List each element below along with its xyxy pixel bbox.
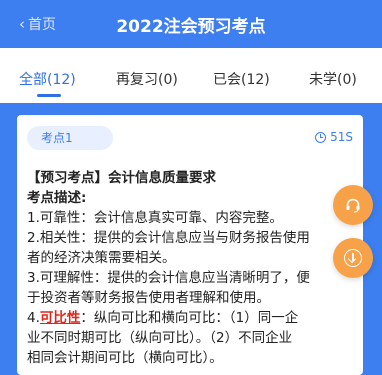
active-tab-indicator <box>37 94 61 97</box>
card-subheading: 考点描述: <box>27 190 87 206</box>
topic-badge: 考点1 <box>27 126 113 150</box>
question-card: 考点1 51S 【预习考点】会计信息质量要求 考点描述: 1.可靠性：会计信息真… <box>17 115 363 375</box>
customer-service-button[interactable] <box>333 185 373 225</box>
clock-icon <box>315 131 327 143</box>
highlight-term[interactable]: 可比性 <box>40 310 81 326</box>
card-heading: 【预习考点】会计信息质量要求 <box>27 170 216 186</box>
page-title: 2022注会预习考点 <box>116 17 266 37</box>
content-line-highlight: 4.可比性：纵向可比和横向可比：（1）同一企 <box>27 308 347 328</box>
content-line: 者的经济决策需要相关。 <box>27 250 176 266</box>
card-content: 【预习考点】会计信息质量要求 考点描述: 1.可靠性：会计信息真实可靠、内容完整… <box>27 168 347 368</box>
tab-not-studied[interactable]: 未学(0) <box>309 69 357 89</box>
tab-bar: 全部(12) 再复习(0) 已会(12) 未学(0) <box>0 48 382 103</box>
highlight-rest: ：纵向可比和横向可比：（1）同一企 <box>80 310 299 326</box>
highlight-prefix: 4. <box>27 310 40 326</box>
content-line: 2.相关性：提供的会计信息应当与财务报告使用 <box>27 230 310 246</box>
content-line: 相同会计期间可比（横向可比）。 <box>27 350 223 366</box>
content-line: 于投资者等财务报告使用者理解和使用。 <box>27 290 270 306</box>
content-line: 3.可理解性：提供的会计信息应当清晰明了，便 <box>27 270 310 286</box>
content-line: 1.可靠性：会计信息真实可靠、内容完整。 <box>27 210 283 226</box>
tab-mastered[interactable]: 已会(12) <box>213 69 270 89</box>
timer-value: 51S <box>330 130 353 144</box>
timer: 51S <box>315 130 353 144</box>
tab-all[interactable]: 全部(12) <box>19 69 76 89</box>
content-line: 业不同时期可比（纵向可比）。（2）不同企业 <box>27 330 293 346</box>
app-header: ‹ 首页 2022注会预习考点 <box>0 0 382 48</box>
arrow-down-circle-icon <box>344 249 362 267</box>
tab-review-again[interactable]: 再复习(0) <box>116 69 178 89</box>
headset-icon <box>346 198 360 213</box>
scroll-down-button[interactable] <box>333 238 373 278</box>
